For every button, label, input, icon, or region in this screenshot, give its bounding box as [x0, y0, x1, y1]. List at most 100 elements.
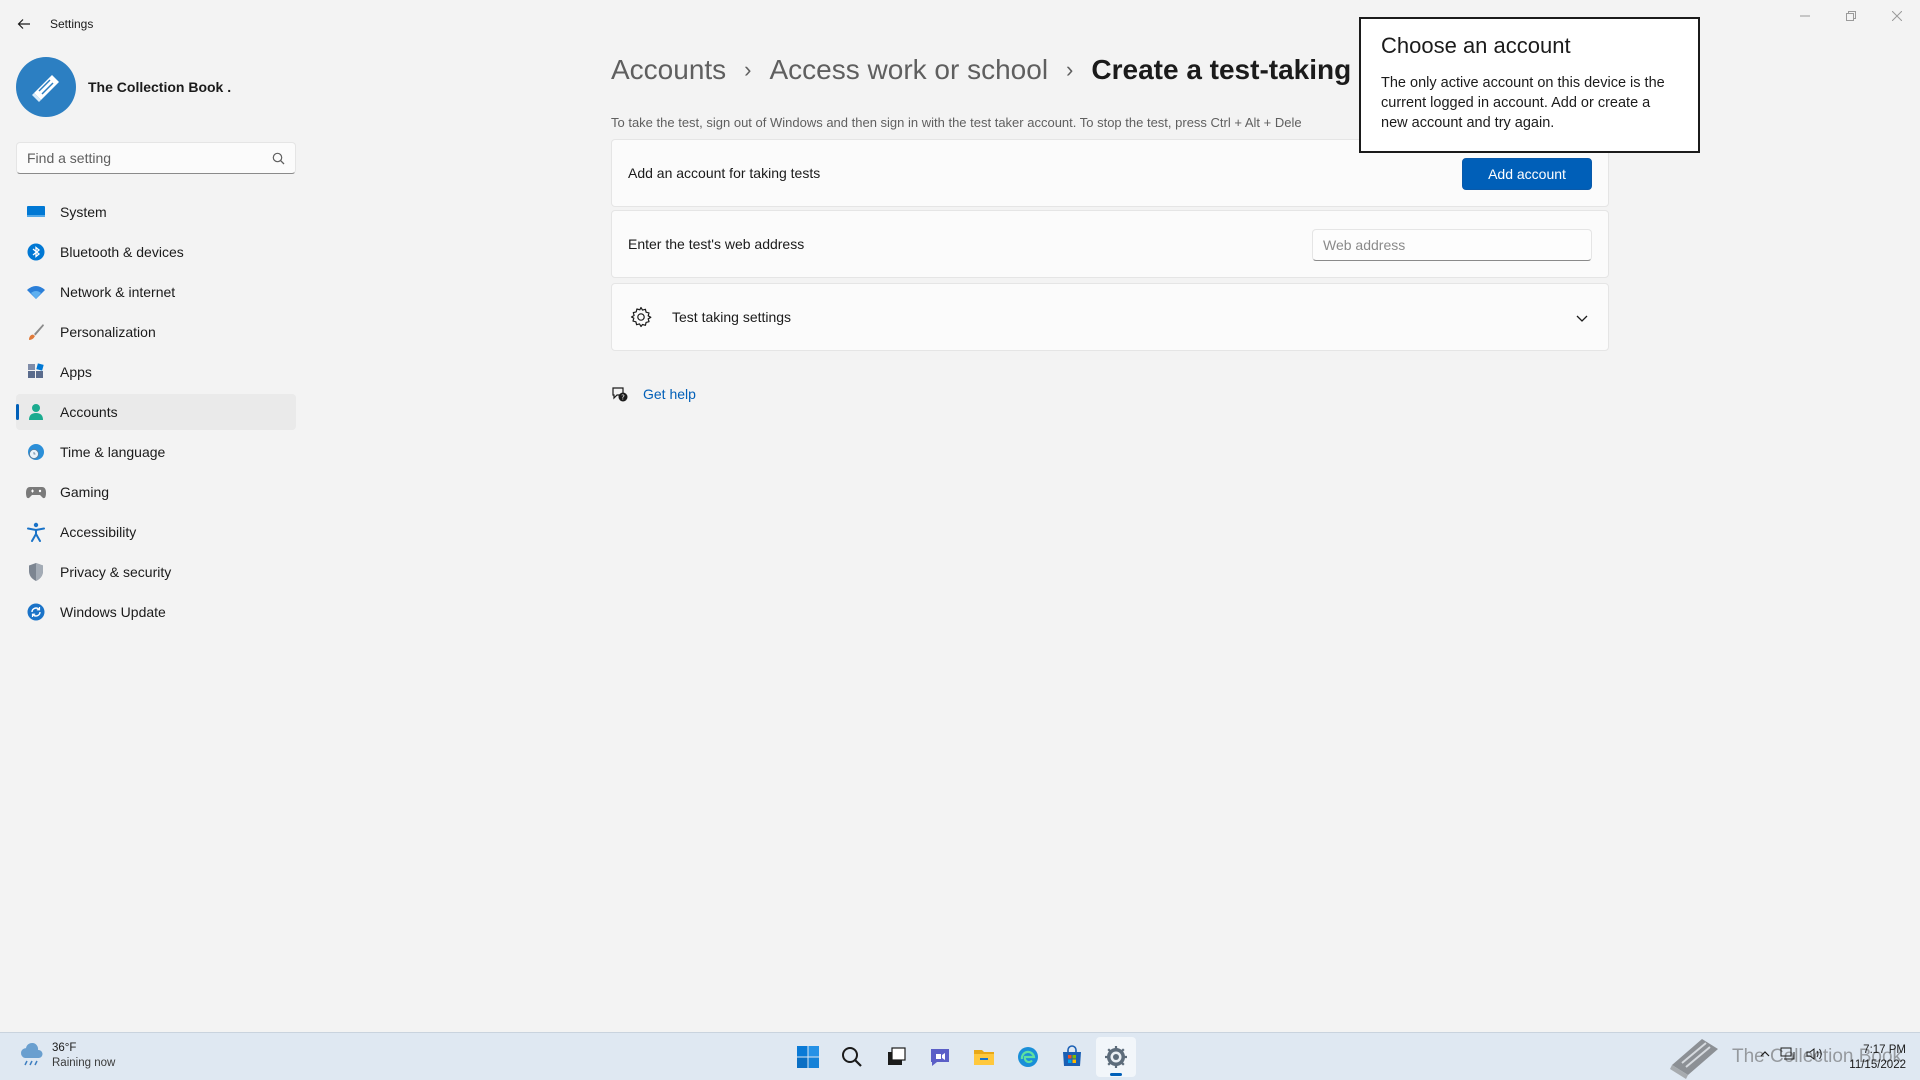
- avatar: [16, 57, 76, 117]
- help-chat-icon: ?: [612, 387, 628, 402]
- settings-taskbar-button[interactable]: [1096, 1037, 1136, 1077]
- arrow-left-icon: [17, 19, 30, 29]
- edge-icon: [1018, 1047, 1038, 1067]
- search-icon: [842, 1047, 862, 1067]
- get-help-link[interactable]: Get help: [643, 386, 696, 402]
- sidebar-nav: System Bluetooth & devices Network & int…: [16, 194, 296, 634]
- clock-date: 11/15/2022: [1849, 1059, 1906, 1071]
- flyout-message: The only active account on this device i…: [1381, 75, 1665, 131]
- sidebar-item-system[interactable]: System: [16, 194, 296, 230]
- person-icon: [26, 402, 46, 422]
- chat-button[interactable]: [920, 1037, 960, 1077]
- test-taking-settings-label: Test taking settings: [672, 309, 792, 325]
- sidebar-item-personalization[interactable]: Personalization: [16, 314, 296, 350]
- start-icon: [797, 1046, 819, 1068]
- sidebar-item-apps[interactable]: Apps: [16, 354, 296, 390]
- sidebar-item-label: Privacy & security: [60, 564, 172, 580]
- choose-account-flyout: Choose an account The only active accoun…: [1359, 17, 1700, 153]
- sidebar-item-label: Time & language: [60, 444, 166, 460]
- clock[interactable]: 7:17 PM 11/15/2022: [1849, 1043, 1906, 1073]
- flyout-title: Choose an account: [1381, 33, 1571, 58]
- page-title: Create a test-taking a: [1091, 54, 1375, 85]
- window-controls: [1782, 0, 1920, 32]
- apps-icon: [26, 362, 46, 382]
- breadcrumb-accounts[interactable]: Accounts: [611, 54, 726, 86]
- weather-temp: 36°F: [52, 1042, 77, 1054]
- store-icon: [1063, 1045, 1081, 1066]
- weather-condition: Raining now: [52, 1057, 116, 1069]
- edge-button[interactable]: [1008, 1037, 1048, 1077]
- sidebar-item-gaming[interactable]: Gaming: [16, 474, 296, 510]
- rain-cloud-icon: [20, 1042, 43, 1066]
- get-help-row[interactable]: ? Get help: [611, 385, 696, 403]
- profile-name: The Collection Book .: [88, 79, 232, 95]
- sidebar-item-network[interactable]: Network & internet: [16, 274, 296, 310]
- network-icon[interactable]: [1780, 1047, 1796, 1061]
- restore-button[interactable]: [1828, 0, 1874, 32]
- sidebar-item-privacy[interactable]: Privacy & security: [16, 554, 296, 590]
- sidebar-item-label: Apps: [60, 364, 92, 380]
- task-view-icon: [888, 1047, 906, 1065]
- sidebar-item-label: Accounts: [60, 404, 118, 420]
- sidebar-item-label: Windows Update: [60, 604, 166, 620]
- shield-icon: [26, 562, 46, 582]
- close-button[interactable]: [1874, 0, 1920, 32]
- bluetooth-icon: [26, 242, 46, 262]
- web-address-label: Enter the test's web address: [628, 236, 805, 252]
- search-input[interactable]: [27, 150, 272, 166]
- sidebar-item-label: Gaming: [60, 484, 110, 500]
- test-taking-settings-card[interactable]: Test taking settings: [611, 283, 1609, 351]
- web-address-input[interactable]: [1312, 229, 1592, 261]
- chevron-up-icon[interactable]: [1760, 1050, 1770, 1058]
- search-box[interactable]: [16, 142, 296, 174]
- system-tray[interactable]: [1760, 1047, 1824, 1061]
- sidebar-item-accessibility[interactable]: Accessibility: [16, 514, 296, 550]
- web-address-card: Enter the test's web address: [611, 210, 1609, 278]
- chevron-down-icon[interactable]: [1572, 308, 1592, 328]
- sidebar-item-label: Accessibility: [60, 524, 137, 540]
- sidebar-item-bluetooth[interactable]: Bluetooth & devices: [16, 234, 296, 270]
- book-watermark-icon: [1670, 1039, 1718, 1079]
- sidebar-item-label: Bluetooth & devices: [60, 244, 184, 260]
- minimize-button[interactable]: [1782, 0, 1828, 32]
- store-button[interactable]: [1052, 1037, 1092, 1077]
- taskbar-search-button[interactable]: [832, 1037, 872, 1077]
- profile[interactable]: The Collection Book .: [16, 57, 231, 117]
- globe-clock-icon: [26, 442, 46, 462]
- gamepad-icon: [26, 482, 46, 502]
- file-explorer-icon: [974, 1050, 994, 1065]
- minimize-icon: [1800, 15, 1810, 17]
- add-account-button[interactable]: Add account: [1462, 158, 1592, 190]
- book-logo-icon: [32, 75, 59, 102]
- svg-text:?: ?: [621, 394, 625, 402]
- file-explorer-button[interactable]: [964, 1037, 1004, 1077]
- sidebar-item-time-language[interactable]: Time & language: [16, 434, 296, 470]
- taskbar-apps: [788, 1037, 1140, 1077]
- monitor-icon: [26, 202, 46, 222]
- app-title: Settings: [50, 17, 94, 31]
- taskbar: 36°F Raining now The Collection Book 7:1…: [0, 1032, 1920, 1080]
- search-icon[interactable]: [272, 152, 285, 165]
- settings-icon: [1105, 1046, 1127, 1068]
- breadcrumb-access-work-or-school[interactable]: Access work or school: [770, 54, 1049, 86]
- back-button[interactable]: [12, 12, 36, 36]
- volume-icon[interactable]: [1806, 1047, 1824, 1061]
- breadcrumb: Accounts › Access work or school › Creat…: [611, 54, 1375, 86]
- task-view-button[interactable]: [876, 1037, 916, 1077]
- sidebar-item-label: Network & internet: [60, 284, 176, 300]
- chat-icon: [931, 1049, 949, 1066]
- weather-widget[interactable]: 36°F Raining now: [18, 1041, 115, 1071]
- sidebar-item-windows-update[interactable]: Windows Update: [16, 594, 296, 630]
- close-icon: [1892, 11, 1902, 21]
- clock-time: 7:17 PM: [1863, 1044, 1906, 1056]
- update-icon: [26, 602, 46, 622]
- sidebar-item-label: System: [60, 204, 107, 220]
- brush-icon: [26, 322, 46, 342]
- chevron-right-icon: ›: [744, 57, 752, 82]
- wifi-icon: [26, 282, 46, 302]
- sidebar-item-label: Personalization: [60, 324, 156, 340]
- start-button[interactable]: [788, 1037, 828, 1077]
- add-account-label: Add an account for taking tests: [628, 165, 821, 181]
- sidebar-item-accounts[interactable]: Accounts: [16, 394, 296, 430]
- restore-icon: [1846, 11, 1856, 21]
